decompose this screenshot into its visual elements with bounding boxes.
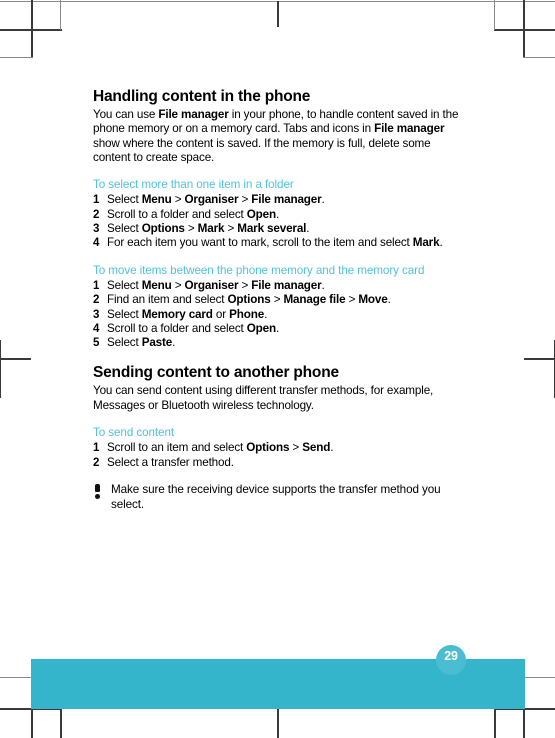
exclamation-icon-stem xyxy=(95,483,100,492)
intro-text-bold-file-manager-2: File manager xyxy=(374,122,445,136)
page-content: Handling content in the phone You can us… xyxy=(93,88,465,512)
step-number: 5 xyxy=(93,337,100,350)
note-callout: Make sure the receiving device supports … xyxy=(93,483,465,512)
procedure-heading-send-content: To send content xyxy=(93,426,175,440)
exclamation-icon xyxy=(94,483,101,499)
intro-paragraph-handling-content: You can use File manager in your phone, … xyxy=(93,108,465,165)
step-number: 2 xyxy=(93,208,100,221)
intro-text-run: You can use xyxy=(93,108,159,121)
section-title-sending-content: Sending content to another phone xyxy=(93,364,339,382)
list-item: 4 For each item you want to mark, scroll… xyxy=(93,236,465,250)
step-text: Select Options > Mark > Mark several. xyxy=(107,222,310,236)
intro-paragraph-sending-content: You can send content using different tra… xyxy=(93,384,434,412)
step-number: 3 xyxy=(93,223,100,236)
step-text: Select Paste. xyxy=(107,336,176,350)
step-number: 1 xyxy=(93,194,100,207)
list-item: 1 Select Menu > Organiser > File manager… xyxy=(93,279,465,293)
step-text: Scroll to a folder and select Open. xyxy=(107,321,280,335)
exclamation-icon-dot xyxy=(95,493,100,499)
crop-mark-right-middle-tick xyxy=(524,358,555,360)
procedure-heading-move-items: To move items between the phone memory a… xyxy=(93,263,425,277)
step-text: Select Menu > Organiser > File manager. xyxy=(107,278,325,292)
step-text: Select Memory card or Phone. xyxy=(107,307,268,321)
crop-mark-left-middle-tick xyxy=(0,358,31,360)
list-item: 2 Scroll to a folder and select Open. xyxy=(93,208,465,222)
step-number: 4 xyxy=(93,322,100,335)
intro-text-bold-file-manager: File manager xyxy=(158,108,229,121)
note-text: Make sure the receiving device supports … xyxy=(111,482,441,511)
list-item: 5 Select Paste. xyxy=(93,336,465,350)
list-item: 3 Select Memory card or Phone. xyxy=(93,308,465,322)
step-number: 4 xyxy=(93,237,100,250)
step-number: 2 xyxy=(93,456,100,469)
crop-mark-topleft-outer-horizontal xyxy=(0,57,33,58)
step-number: 1 xyxy=(93,442,100,455)
crop-mark-bottomleft-outer-horizontal xyxy=(0,677,31,678)
procedure-heading-select-multiple: To select more than one item in a folder xyxy=(93,178,294,192)
crop-mark-bottomright-outer-vertical xyxy=(494,709,496,738)
step-text: Scroll to an item and select Options > S… xyxy=(107,441,334,455)
steps-list-select-multiple: 1 Select Menu > Organiser > File manager… xyxy=(93,193,465,250)
step-number: 3 xyxy=(93,308,100,321)
crop-mark-left-edge-vertical xyxy=(0,340,1,398)
crop-mark-bottom-center-tick xyxy=(277,709,279,738)
list-item: 2 Find an item and select Options > Mana… xyxy=(93,293,465,307)
list-item: 3 Select Options > Mark > Mark several. xyxy=(93,222,465,236)
steps-list-send-content: 1 Scroll to an item and select Options >… xyxy=(93,441,465,470)
step-number: 2 xyxy=(93,294,100,307)
crop-mark-bottomright-outer-horizontal xyxy=(524,677,555,678)
step-text: Find an item and select Options > Manage… xyxy=(107,293,391,307)
crop-mark-bottomleft-outer-vertical xyxy=(60,709,62,738)
crop-mark-top-center-tick xyxy=(277,1,279,27)
crop-mark-topright-outer-vertical xyxy=(494,0,495,30)
intro-text-run-3: show where the content is saved. If the … xyxy=(93,136,431,164)
list-item: 1 Scroll to an item and select Options >… xyxy=(93,441,465,455)
page-title: Handling content in the phone xyxy=(93,88,311,105)
page-number: 29 xyxy=(444,649,458,663)
step-text: Select a transfer method. xyxy=(107,455,234,469)
step-text: Scroll to a folder and select Open. xyxy=(107,207,280,221)
list-item: 2 Select a transfer method. xyxy=(93,456,465,470)
crop-mark-topleft-horizontal xyxy=(0,29,62,31)
step-text: For each item you want to mark, scroll t… xyxy=(107,236,443,250)
steps-list-move-items: 1 Select Menu > Organiser > File manager… xyxy=(93,279,465,350)
list-item: 1 Select Menu > Organiser > File manager… xyxy=(93,193,465,207)
crop-mark-topright-outer-horizontal xyxy=(523,57,555,58)
crop-mark-topleft-outer-vertical xyxy=(60,0,61,30)
crop-mark-topright-horizontal xyxy=(494,29,555,31)
step-number: 1 xyxy=(93,279,100,292)
list-item: 4 Scroll to a folder and select Open. xyxy=(93,322,465,336)
step-text: Select Menu > Organiser > File manager. xyxy=(107,193,325,207)
